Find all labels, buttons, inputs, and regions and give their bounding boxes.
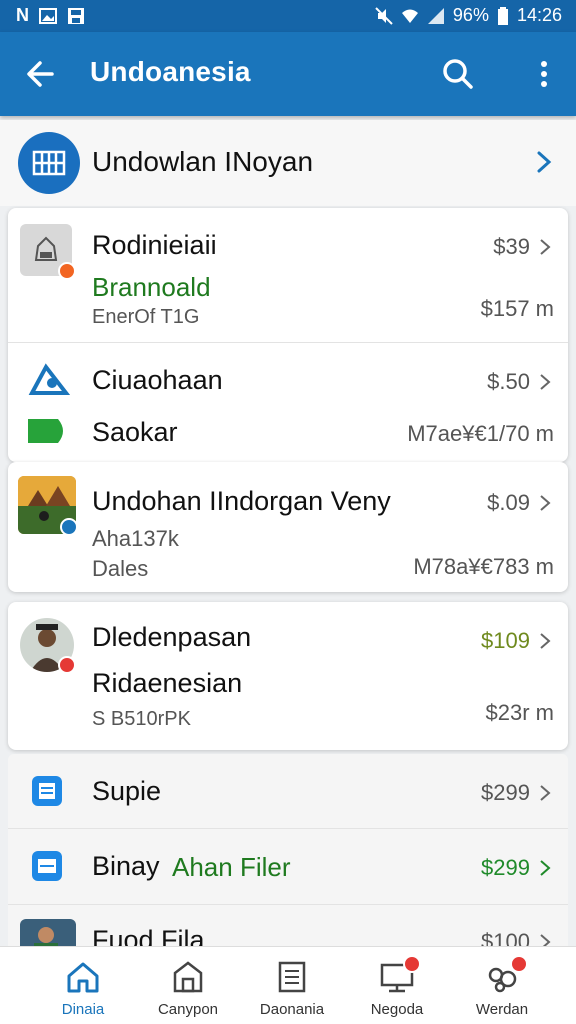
wifi-icon bbox=[401, 9, 418, 23]
triangle-logo-icon bbox=[28, 363, 70, 395]
listing-card: Dledenpasan $109 Ridaenesian S B510rPK $… bbox=[8, 602, 568, 750]
more-vert-icon[interactable] bbox=[524, 54, 564, 94]
bottom-navigation: Dinaia Canypon Daonania Negoda Werdan bbox=[0, 946, 576, 1024]
alert-badge-icon bbox=[58, 656, 76, 674]
item-subtitle: Aha137k bbox=[92, 526, 179, 551]
nav-label: Werdan bbox=[475, 1001, 529, 1018]
battery-percent: 96% bbox=[452, 5, 489, 25]
list-item[interactable]: Fuod Fila $100 bbox=[8, 905, 568, 946]
listing-card: Undohan IIndorgan Veny $.09 Aha137k Dale… bbox=[8, 462, 568, 592]
item-meta: Dales bbox=[92, 556, 149, 581]
app-bar: Undoanesia bbox=[0, 32, 576, 116]
item-price: $109 bbox=[481, 628, 530, 653]
item-title: Ciuaohaan bbox=[92, 365, 223, 395]
chevron-right-icon bbox=[540, 239, 551, 255]
item-title-prefix: Binay bbox=[92, 851, 160, 881]
clock: 14:26 bbox=[516, 5, 562, 25]
document-icon bbox=[278, 961, 306, 993]
item-title: Dledenpasan bbox=[92, 622, 252, 652]
home-icon bbox=[67, 962, 99, 993]
item-price-secondary: M7ae¥€1/70 m bbox=[407, 421, 554, 446]
item-price: $.09 bbox=[487, 490, 530, 515]
item-title: Undohan IIndorgan Veny bbox=[92, 486, 391, 516]
green-tag-icon bbox=[28, 419, 63, 443]
signal-icon bbox=[427, 7, 444, 24]
item-title: Supie bbox=[92, 776, 162, 806]
document-icon bbox=[32, 851, 62, 881]
list-item[interactable]: Ciuaohaan $.50 Saokar M7ae¥€1/70 m bbox=[8, 343, 568, 462]
listing-card: Rodinieiaii Brannoald EnerOf T1G $39 $15… bbox=[8, 208, 568, 462]
item-meta: EnerOf T1G bbox=[92, 306, 200, 328]
link-badge-icon bbox=[60, 518, 78, 536]
item-price-secondary: M78a¥€783 m bbox=[413, 554, 554, 579]
nav-label: Canypon bbox=[157, 1001, 219, 1018]
item-price-secondary: $23r m bbox=[485, 700, 554, 725]
item-price: $100 bbox=[481, 929, 530, 946]
item-price: $299 bbox=[481, 780, 530, 805]
category-logo-icon bbox=[18, 132, 80, 194]
item-title-highlight: Ahan Filer bbox=[172, 852, 291, 882]
document-icon bbox=[32, 776, 62, 806]
item-thumbnail bbox=[20, 919, 76, 946]
nav-item-store[interactable]: Canypon bbox=[138, 947, 238, 1024]
chevron-right-icon bbox=[540, 633, 551, 649]
chevron-right-icon bbox=[540, 860, 551, 876]
list-item[interactable]: Rodinieiaii Brannoald EnerOf T1G $39 $15… bbox=[8, 208, 568, 342]
chevron-right-icon bbox=[540, 785, 551, 801]
nav-label: Dinaia bbox=[61, 1001, 105, 1018]
item-price-secondary: $157 m bbox=[480, 296, 554, 321]
category-header-label: Undowlan INoyan bbox=[92, 146, 314, 177]
mute-icon bbox=[375, 6, 393, 25]
file-list: Supie $299 Binay Ahan Filer $299 Fuod Fi… bbox=[8, 754, 568, 946]
chevron-right-icon bbox=[540, 934, 551, 946]
item-price: $39 bbox=[493, 234, 530, 259]
item-subtitle: Saokar bbox=[92, 417, 178, 447]
notification-badge bbox=[403, 955, 421, 973]
item-title: Rodinieiaii bbox=[92, 230, 217, 260]
image-icon bbox=[39, 7, 57, 24]
nav-label: Daonania bbox=[259, 1001, 325, 1018]
list-item[interactable]: Supie $299 bbox=[8, 754, 568, 828]
nav-item-home[interactable]: Dinaia bbox=[33, 947, 133, 1024]
store-icon bbox=[173, 961, 203, 993]
save-icon bbox=[68, 7, 84, 24]
status-bar: N 96% 14:26 bbox=[0, 0, 576, 32]
app-n-icon: N bbox=[16, 5, 29, 25]
battery-icon bbox=[497, 6, 508, 25]
category-header[interactable]: Undowlan INoyan bbox=[0, 120, 576, 206]
nav-label: Negoda bbox=[370, 1001, 424, 1018]
chevron-right-icon bbox=[540, 374, 551, 390]
search-icon[interactable] bbox=[438, 54, 478, 94]
chevron-right-icon bbox=[537, 151, 552, 173]
page-title: Undoanesia bbox=[90, 56, 251, 87]
tool-badge-icon bbox=[58, 262, 76, 280]
list-item[interactable]: Dledenpasan $109 Ridaenesian S B510rPK $… bbox=[8, 602, 568, 750]
item-subtitle: Brannoald bbox=[92, 272, 211, 302]
nav-item-documents[interactable]: Daonania bbox=[242, 947, 342, 1024]
item-price: $299 bbox=[481, 855, 530, 880]
list-item[interactable]: Binay Ahan Filer $299 bbox=[8, 829, 568, 903]
nav-item-monitor[interactable]: Negoda bbox=[347, 947, 447, 1024]
item-subtitle: Ridaenesian bbox=[92, 668, 243, 698]
list-item[interactable]: Undohan IIndorgan Veny $.09 Aha137k Dale… bbox=[8, 462, 568, 592]
item-meta: S B510rPK bbox=[92, 708, 191, 730]
notification-badge bbox=[510, 955, 528, 973]
item-title: Fuod Fila bbox=[92, 925, 205, 946]
nav-item-people[interactable]: Werdan bbox=[452, 947, 552, 1024]
chevron-right-icon bbox=[540, 495, 551, 511]
item-price: $.50 bbox=[487, 369, 530, 394]
back-arrow-icon[interactable] bbox=[22, 54, 62, 94]
